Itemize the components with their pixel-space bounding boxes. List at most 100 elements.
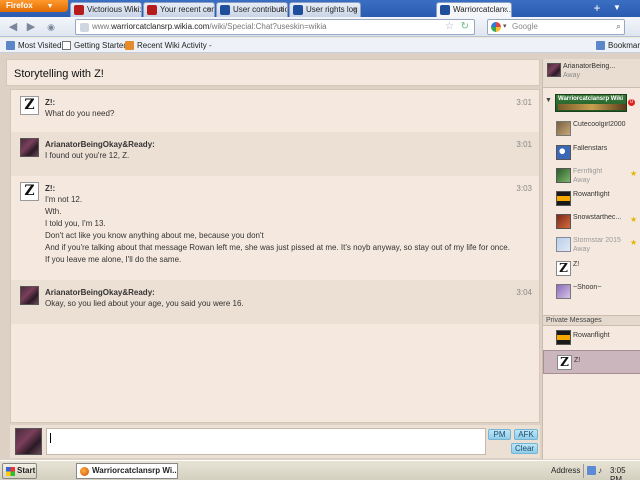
user-avatar [556,330,571,345]
bookmark-most-visited[interactable]: Most Visited [6,40,61,51]
user-avatar[interactable]: Z [20,96,39,115]
bookmark-star-icon[interactable]: ☆ [445,21,454,32]
sidebar-user[interactable]: Snowstarthec... ★ [543,210,640,234]
windows-taskbar: Start Warriorcatclansrp Wi... Address ♪ … [0,460,640,480]
list-all-tabs-icon[interactable]: ▼ [613,3,621,12]
private-username: Z! [574,357,581,364]
search-icon[interactable]: ⌕ [616,21,621,32]
tab-strip: Firefox ▼ Victorious Wiki: W...× Your rec… [0,0,640,17]
pm-button[interactable]: PM [488,429,511,440]
message-text: I found out you're 12, Z. [45,151,130,160]
message-list[interactable]: Z Z!: 3:01 What do you need? ArianatorBe… [10,89,540,423]
private-messages-header: Private Messages [543,315,640,326]
close-tab-icon[interactable]: × [206,3,211,16]
dropdown-arrow-icon: ▼ [46,3,54,10]
volume-icon[interactable]: ♪ [598,466,606,475]
user-avatar[interactable] [20,286,39,305]
self-user-entry[interactable]: ArianatorBeing... Away [543,59,640,88]
bookmark-label: Getting Started [74,41,128,50]
sidebar-user[interactable]: Z Z! [543,257,640,281]
firefox-menu-button[interactable]: Firefox ▼ [0,0,68,12]
network-icon[interactable] [587,466,596,475]
sidebar-user[interactable]: Fernflight Away ★ [543,164,640,188]
wiki-favicon-icon [74,5,84,15]
new-tab-icon[interactable]: + [587,2,607,16]
message-username[interactable]: Z!: [45,184,55,193]
taskbar-window-button[interactable]: Warriorcatclansrp Wi... [76,463,178,479]
sidebar-user[interactable]: Fallenstars [543,141,640,165]
search-engine-dropdown-icon[interactable]: ▾ [503,22,507,30]
windows-logo-icon [6,467,15,476]
close-tab-icon[interactable]: × [503,3,508,16]
browser-tab-active[interactable]: Warriorcatclan... × [436,2,512,17]
firefox-menu-label: Firefox [6,1,33,10]
wiki-banner-text: Warriorcatclansrp Wiki [558,96,624,102]
star-icon: ★ [630,215,638,224]
forward-arrow-icon[interactable]: ▶ [24,20,38,34]
close-tab-icon[interactable]: × [279,3,284,16]
eye-icon[interactable]: ◉ [44,20,58,34]
address-bar[interactable]: www.warriorcatclansrp.wikia.com/wiki/Spe… [75,19,475,35]
wiki-favicon-icon [293,5,303,15]
message-username[interactable]: Z!: [45,98,55,107]
wiki-room-banner[interactable]: Warriorcatclansrp Wiki [555,94,627,112]
sidebar-user[interactable]: ~Shoon~ [543,280,640,304]
user-list-sidebar: ArianatorBeing... Away ▼ Warriorcatclans… [542,59,640,459]
bookmarks-folder-icon [596,41,605,50]
user-avatar [556,191,571,206]
site-identity-icon[interactable] [80,23,89,32]
url-prefix: www. [92,22,112,31]
sidebar-username: Rowanflight [573,191,610,198]
chat-message: Z Z!: 3:03 I'm not 12. Wth. I told you, … [11,176,539,280]
sidebar-username: Fernflight [573,168,603,175]
bookmark-label: Most Visited [18,41,62,50]
sidebar-user[interactable]: Stormstar 2015 Away ★ [543,233,640,257]
message-text: And if you're talking about that message… [45,243,510,252]
browser-tab[interactable]: Your recent comm...× [143,2,215,17]
taskbar-clock[interactable]: 3:05 PM [610,466,639,480]
chat-input-row: PM AFK Clear [10,425,540,458]
chat-message: ArianatorBeingOkay&Ready: 3:04 Okay, so … [11,280,539,324]
close-tab-icon[interactable]: × [352,3,357,16]
bookmark-getting-started[interactable]: Getting Started [62,40,128,51]
afk-button[interactable]: AFK [514,429,538,440]
bookmark-label: Recent Wiki Activity - [137,41,212,50]
close-tab-icon[interactable]: × [133,3,138,16]
browser-tab[interactable]: User rights log × [289,2,361,17]
self-avatar [15,428,42,455]
star-icon: ★ [630,169,638,178]
sidebar-username: Fallenstars [573,145,608,152]
user-avatar [556,121,571,136]
clear-button[interactable]: Clear [511,443,538,454]
bookmarks-menu[interactable]: Bookmarks [596,40,640,51]
sidebar-user[interactable]: Cutecoolgirl2000 [543,117,640,141]
start-button[interactable]: Start [2,463,37,479]
private-message-entry-selected[interactable]: Z Z! [543,350,640,374]
message-username[interactable]: ArianatorBeingOkay&Ready: [45,140,155,149]
user-avatar: Z [557,355,572,370]
taskbar-window-label: Warriorcatclansrp Wi... [92,466,178,475]
message-input[interactable] [46,428,486,455]
collapse-arrow-icon[interactable]: ▼ [545,97,552,104]
browser-tab[interactable]: Victorious Wiki: W...× [70,2,142,17]
message-text: Wth. [45,207,62,216]
message-username[interactable]: ArianatorBeingOkay&Ready: [45,288,155,297]
user-avatar [556,237,571,252]
back-arrow-icon[interactable]: ◀ [6,20,20,34]
reload-icon[interactable]: ↻ [461,21,469,32]
user-avatar[interactable]: Z [20,182,39,201]
search-box[interactable]: ▾ Google ⌕ [487,19,625,35]
private-message-entry[interactable]: Rowanflight [543,326,640,350]
bookmark-recent-wiki-activity[interactable]: Recent Wiki Activity - [125,40,212,51]
user-avatar [556,284,571,299]
self-username: ArianatorBeing... [563,63,616,70]
user-avatar[interactable] [20,138,39,157]
message-text: I told you, I'm 13. [45,219,106,228]
address-toolbar-label[interactable]: Address [551,466,580,475]
chat-room-title: Storytelling with Z! [14,68,104,80]
message-time: 3:01 [516,98,532,107]
browser-tab[interactable]: User contributions...× [216,2,288,17]
sidebar-user[interactable]: Rowanflight [543,187,640,211]
user-avatar: Z [556,261,571,276]
tab-label: User rights log [306,5,358,14]
